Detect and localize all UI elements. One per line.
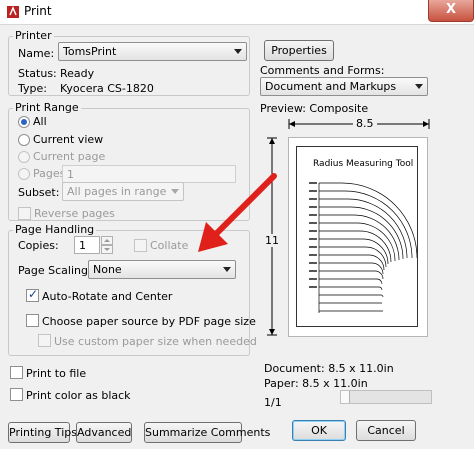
paper-size-info: Paper: 8.5 x 11.0in [264, 377, 368, 390]
preview-page-title: Radius Measuring Tool [313, 159, 414, 169]
printer-name-select[interactable]: TomsPrint [58, 42, 247, 61]
choose-paper-source-checkbox[interactable] [26, 314, 39, 327]
range-current-page-radio[interactable] [18, 151, 30, 163]
properties-button[interactable]: Properties [264, 40, 334, 61]
range-all-label: All [33, 115, 47, 128]
printer-status-label: Status: [18, 67, 57, 80]
comments-forms-select[interactable]: Document and Markups [260, 77, 428, 96]
range-current-view-radio[interactable] [18, 134, 30, 146]
acrobat-app-icon [7, 6, 19, 18]
ok-button[interactable]: OK [292, 420, 346, 441]
print-to-file-checkbox[interactable] [10, 366, 23, 379]
printer-type-value: Kyocera CS-1820 [60, 82, 154, 95]
print-color-black-checkbox[interactable] [10, 388, 23, 401]
reverse-pages-checkbox[interactable] [18, 207, 31, 220]
summarize-comments-button[interactable]: Summarize Comments [144, 422, 270, 443]
print-color-black-label: Print color as black [26, 389, 131, 402]
subset-label: Subset: [18, 186, 60, 199]
chevron-down-icon [234, 49, 242, 54]
red-arrow-annotation [198, 173, 277, 252]
choose-paper-source-label: Choose paper source by PDF page size [42, 315, 256, 328]
collate-checkbox[interactable] [134, 239, 147, 252]
range-pages-label: Pages [33, 167, 66, 180]
printer-type-label: Type: [18, 82, 47, 95]
advanced-button[interactable]: Advanced [76, 422, 132, 443]
printer-status-value: Ready [60, 67, 95, 80]
reverse-pages-label: Reverse pages [34, 207, 115, 220]
close-button[interactable]: X [428, 0, 474, 22]
printer-name-value: TomsPrint [63, 45, 117, 58]
chevron-down-icon [171, 189, 179, 194]
range-current-view-label: Current view [33, 133, 104, 146]
page-counter: 1/1 [264, 396, 282, 409]
width-dimension-label: 8.5 [353, 117, 377, 130]
title-bar: Print X [0, 0, 474, 25]
radius-arcs-graphic [309, 182, 417, 313]
copies-label: Copies: [18, 239, 59, 252]
chevron-down-icon [223, 267, 231, 272]
range-pages-radio[interactable] [18, 168, 30, 180]
preview-page-content: Radius Measuring Tool [296, 146, 418, 327]
cancel-button[interactable]: Cancel [356, 420, 416, 441]
range-all-radio[interactable] [18, 116, 30, 128]
auto-rotate-label: Auto-Rotate and Center [42, 290, 173, 303]
pages-input-value: 1 [67, 168, 74, 181]
page-scaling-value: None [93, 263, 122, 276]
print-to-file-label: Print to file [26, 367, 87, 380]
printer-name-label: Name: [18, 47, 55, 60]
collate-label: Collate [150, 239, 189, 252]
subset-value: All pages in range [67, 185, 167, 198]
page-handling-label: Page Handling [13, 223, 97, 236]
print-range-label: Print Range [13, 101, 81, 114]
window-title: Print [24, 4, 52, 18]
copies-spinner[interactable] [101, 236, 113, 254]
document-size-info: Document: 8.5 x 11.0in [264, 362, 394, 375]
chevron-down-icon [415, 84, 423, 89]
range-current-page-label: Current page [33, 150, 106, 163]
custom-paper-size-label: Use custom paper size when needed [54, 335, 257, 348]
page-scaling-select[interactable]: None [88, 260, 236, 279]
copies-value: 1 [79, 239, 86, 252]
page-scaling-label: Page Scaling: [18, 264, 92, 277]
auto-rotate-checkbox[interactable] [26, 287, 39, 302]
close-icon: X [445, 2, 457, 17]
page-slider-thumb[interactable] [341, 391, 350, 403]
comments-forms-label: Comments and Forms: [260, 64, 385, 77]
copies-input[interactable]: 1 [74, 236, 100, 254]
custom-paper-size-checkbox[interactable] [38, 334, 51, 347]
comments-forms-value: Document and Markups [265, 80, 397, 93]
printer-group-label: Printer [13, 29, 54, 42]
page-slider-track[interactable] [340, 390, 432, 404]
printing-tips-button[interactable]: Printing Tips [8, 422, 77, 443]
subset-select[interactable]: All pages in range [62, 182, 184, 201]
preview-label: Preview: Composite [260, 102, 369, 115]
